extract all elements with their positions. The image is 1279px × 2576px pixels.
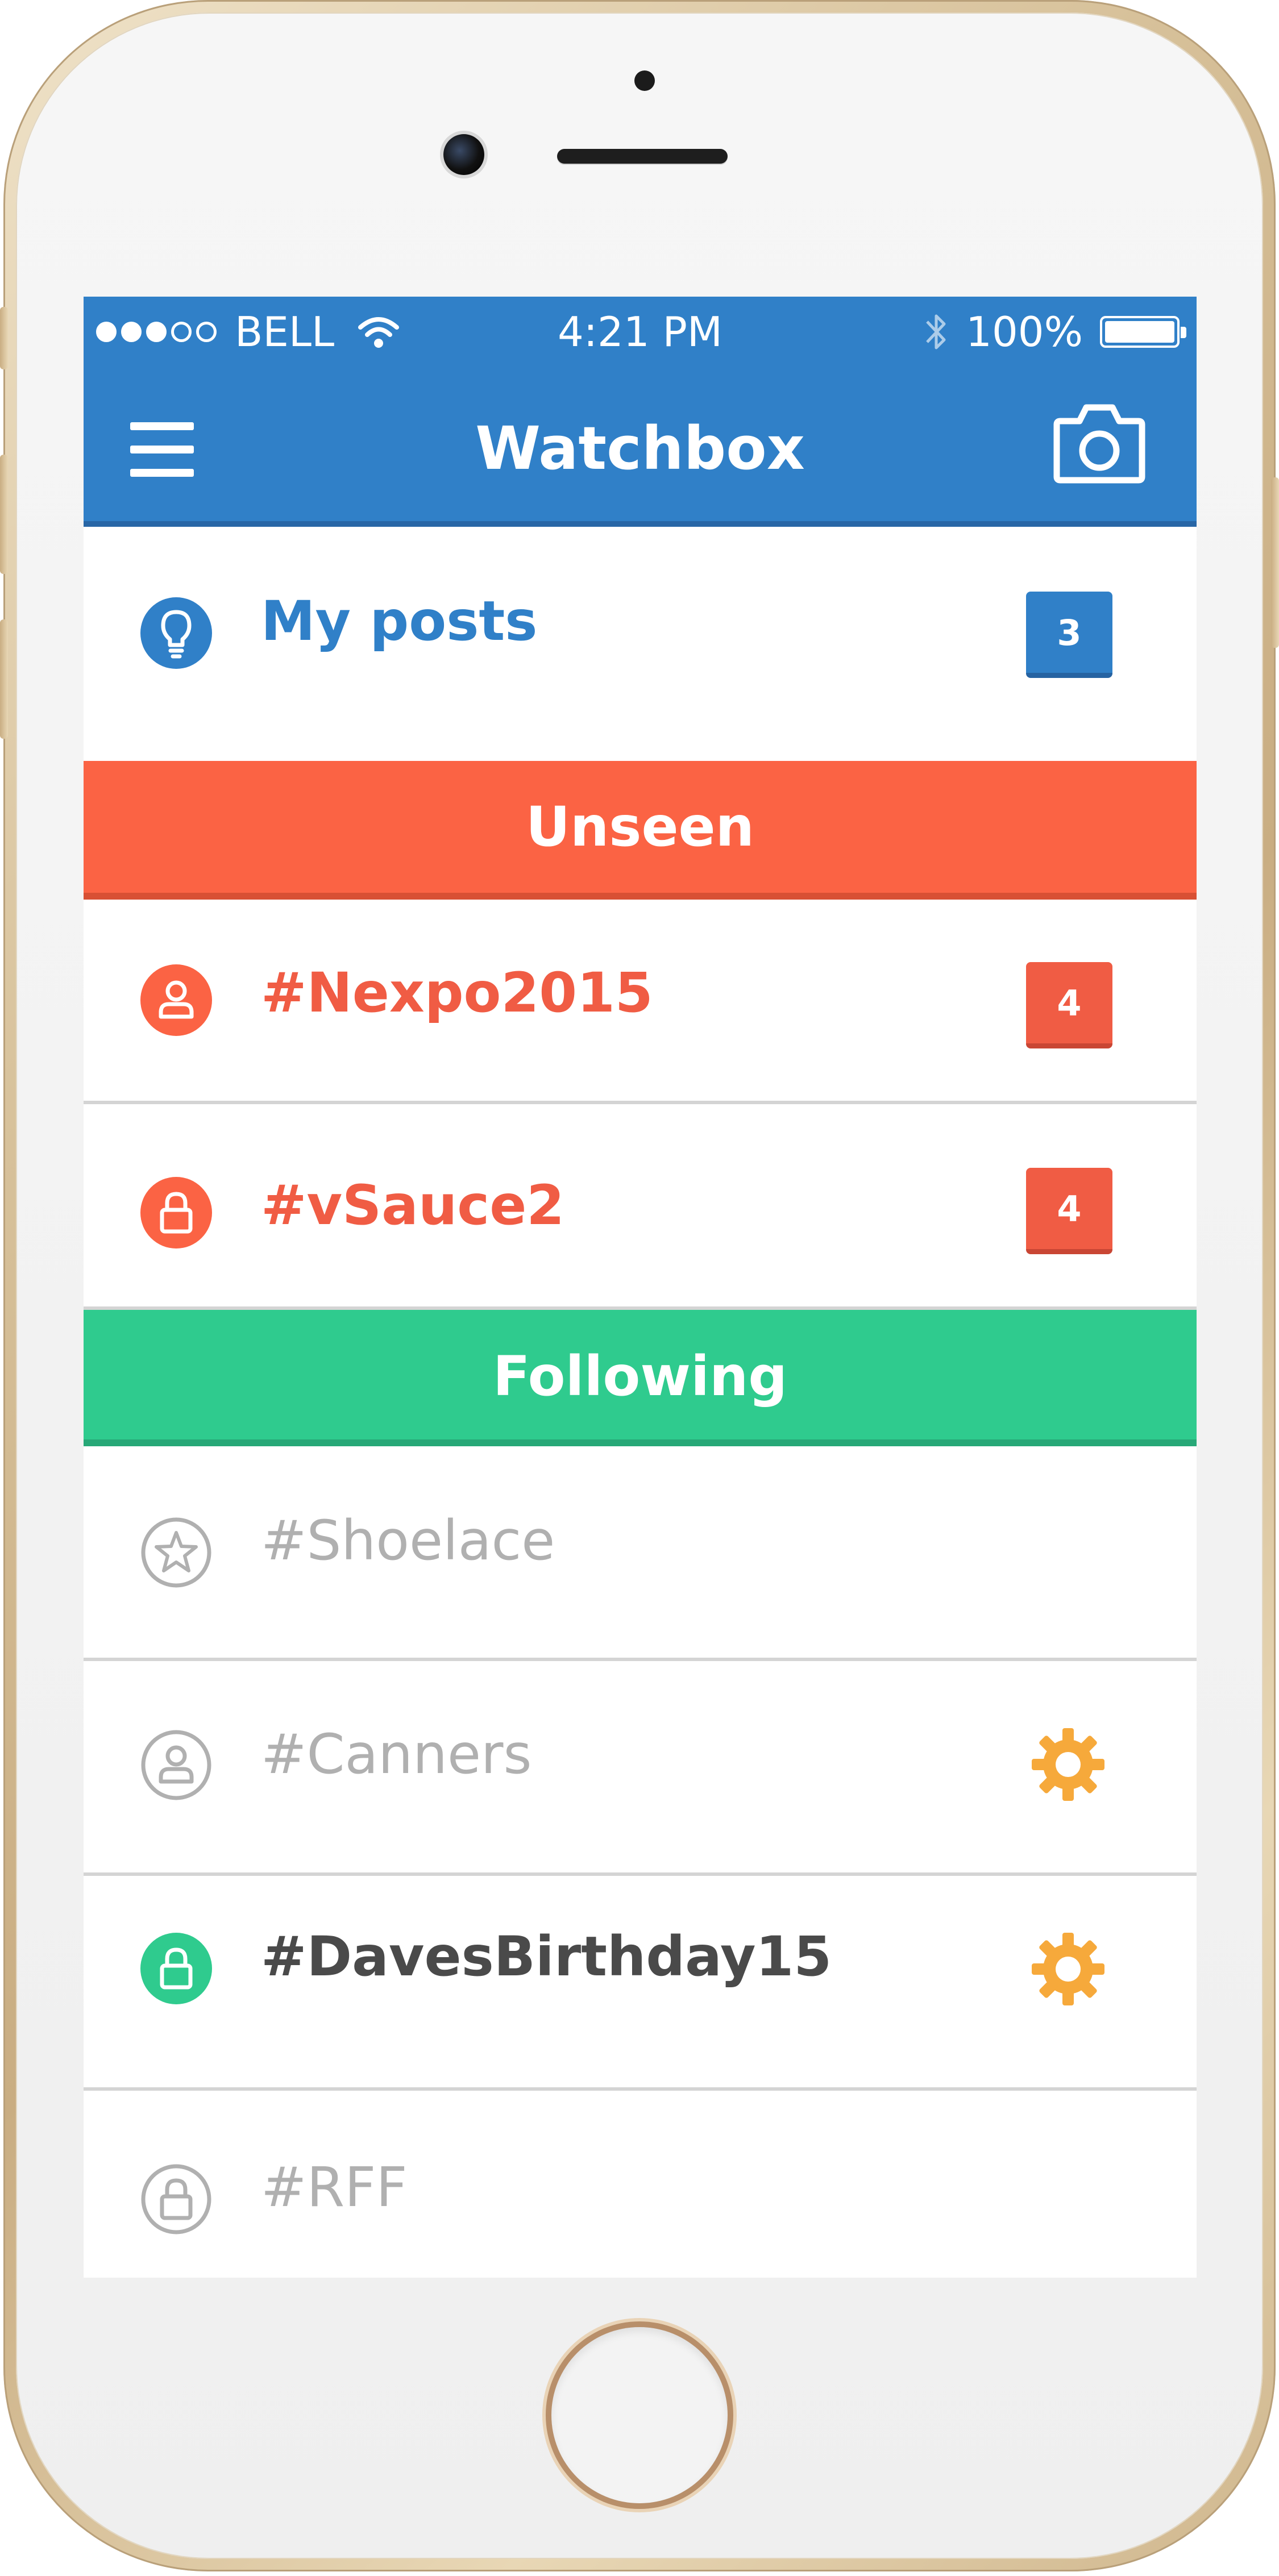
- list-item-label: #Nexpo2015: [261, 961, 653, 1025]
- battery-percentage: 100%: [966, 308, 1083, 356]
- home-button[interactable]: [551, 2327, 728, 2503]
- section-header-following: Following: [84, 1306, 1197, 1446]
- list-item-label: #vSauce2: [261, 1173, 565, 1237]
- lock-icon: [140, 1933, 212, 2004]
- unseen-count-badge: 4: [1026, 1168, 1112, 1254]
- proximity-sensor: [634, 70, 655, 91]
- earpiece-speaker: [557, 149, 728, 164]
- status-bar: BELL 4:21 PM 100%: [84, 297, 1197, 368]
- volume-up-button: [0, 455, 8, 574]
- battery-icon: [1100, 316, 1186, 348]
- volume-down-button: [0, 619, 8, 739]
- list-item-label: #Shoelace: [261, 1509, 555, 1572]
- lightbulb-icon: [140, 597, 212, 669]
- power-button: [1271, 477, 1279, 648]
- list-item-label: #Canners: [261, 1722, 532, 1786]
- unseen-count-badge: 4: [1026, 962, 1112, 1048]
- section-header-unseen: Unseen: [84, 761, 1197, 900]
- list-item-canners[interactable]: #Canners: [84, 1661, 1197, 1876]
- navigation-bar: Watchbox: [84, 368, 1197, 527]
- list-item-nexpo2015[interactable]: #Nexpo2015 4: [84, 900, 1197, 1104]
- my-posts-label: My posts: [261, 589, 538, 653]
- list-item-label: #DavesBirthday15: [261, 1925, 832, 1988]
- list-item-shoelace[interactable]: #Shoelace: [84, 1446, 1197, 1661]
- section-title-unseen: Unseen: [526, 795, 754, 859]
- lock-icon: [141, 2164, 211, 2234]
- camera-icon[interactable]: [1052, 399, 1147, 485]
- mute-switch: [0, 307, 8, 369]
- my-posts-count-badge: 3: [1026, 592, 1112, 678]
- person-icon: [141, 1730, 211, 1800]
- battery-tip: [1181, 327, 1186, 338]
- section-title-following: Following: [492, 1345, 788, 1408]
- status-right: 100%: [924, 308, 1186, 356]
- gear-icon[interactable]: [1029, 1726, 1107, 1803]
- gear-icon[interactable]: [1029, 1930, 1107, 2008]
- page-title: Watchbox: [475, 414, 805, 483]
- bluetooth-icon: [926, 314, 946, 349]
- front-camera: [443, 134, 484, 175]
- list-item-davesbirthday15[interactable]: #DavesBirthday15: [84, 1876, 1197, 2091]
- battery-fill: [1105, 321, 1174, 343]
- list-item-rff[interactable]: #RFF: [84, 2091, 1197, 2278]
- star-icon: [141, 1517, 211, 1588]
- app-screen: BELL 4:21 PM 100% Watchbox My posts 3 Un…: [84, 297, 1197, 2278]
- person-icon: [140, 964, 212, 1036]
- list-item-label: #RFF: [261, 2155, 408, 2219]
- lock-icon: [140, 1177, 212, 1249]
- list-item-vsauce2[interactable]: #vSauce2 4: [84, 1104, 1197, 1318]
- my-posts-row[interactable]: My posts 3: [84, 527, 1197, 761]
